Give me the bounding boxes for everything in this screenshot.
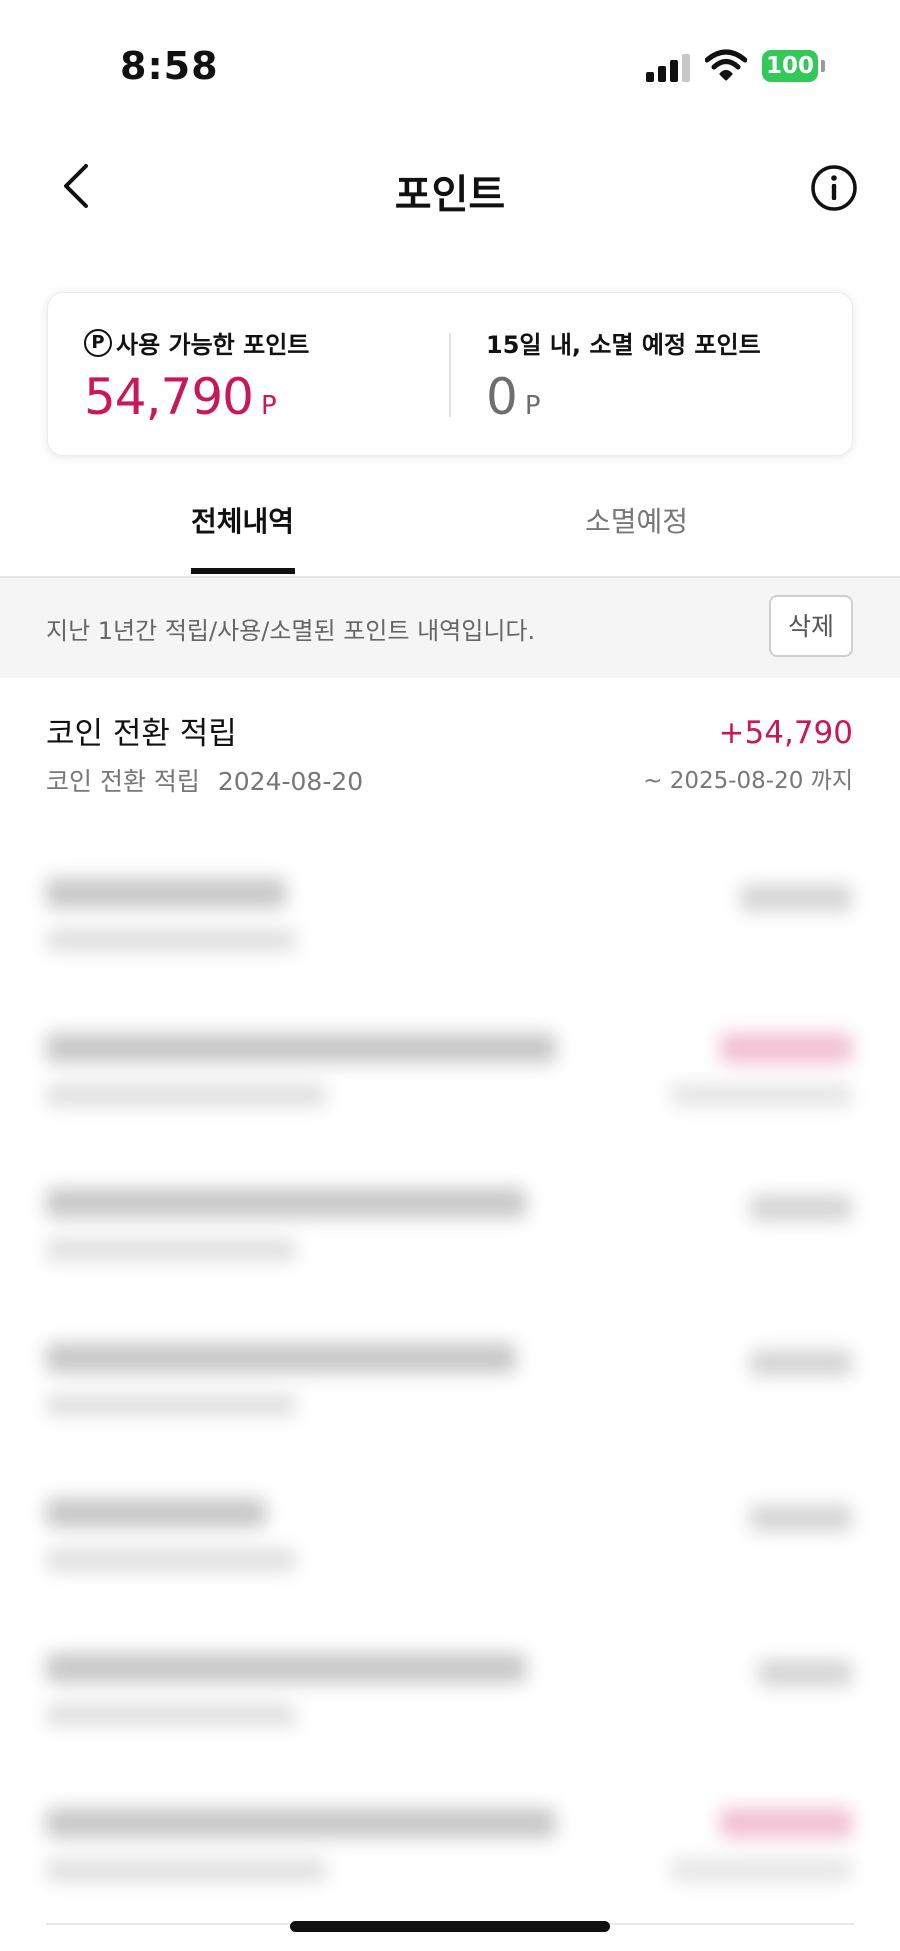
blurred-title <box>46 1808 556 1838</box>
status-bar: 8:58 100 <box>0 0 900 110</box>
page-title: 포인트 <box>394 172 506 218</box>
available-points-value: 54,790 <box>84 368 254 426</box>
tab-expiring[interactable]: 소멸예정 <box>585 500 688 540</box>
blurred-subtitle <box>46 1084 326 1106</box>
blurred-title <box>46 1653 526 1683</box>
blurred-amount <box>720 1808 852 1838</box>
blurred-amount <box>750 1195 852 1221</box>
active-tab-indicator <box>191 568 295 574</box>
blurred-title <box>46 1188 526 1218</box>
points-history-list: 코인 전환 적립 코인 전환 적립 2024-08-20 +54,790 ~ 2… <box>0 678 900 1918</box>
info-icon[interactable] <box>810 164 858 212</box>
blurred-subtitle <box>46 1704 296 1726</box>
delete-button[interactable]: 삭제 <box>769 595 853 657</box>
wifi-icon <box>705 49 747 81</box>
points-summary-card: P 사용 가능한 포인트 54,790 P 15일 내, 소멸 예정 포인트 0… <box>47 292 853 456</box>
history-item-type: 코인 전환 적립 <box>46 767 200 796</box>
history-item-amount: +54,790 <box>718 715 853 751</box>
blurred-history-item[interactable] <box>0 1298 900 1453</box>
blurred-title <box>46 1343 516 1373</box>
history-item[interactable]: 코인 전환 적립 코인 전환 적립 2024-08-20 +54,790 ~ 2… <box>0 678 900 833</box>
blurred-history-item[interactable] <box>0 1453 900 1608</box>
blurred-subtitle <box>46 1394 296 1416</box>
blurred-subtitle <box>46 1549 296 1571</box>
blurred-amount <box>750 1350 852 1376</box>
notice-text: 지난 1년간 적립/사용/소멸된 포인트 내역입니다. <box>46 617 536 645</box>
home-indicator[interactable] <box>290 1921 610 1932</box>
tab-all-history[interactable]: 전체내역 <box>191 500 294 540</box>
expiring-points: 15일 내, 소멸 예정 포인트 0 P <box>486 325 761 426</box>
history-item-title: 코인 전환 적립 <box>46 716 237 752</box>
blurred-subtitle <box>46 929 296 951</box>
available-points-unit: P <box>260 391 277 421</box>
blurred-amount <box>750 1505 852 1531</box>
blurred-subtitle <box>46 1859 326 1881</box>
blurred-title <box>46 1498 266 1528</box>
available-points: P 사용 가능한 포인트 54,790 P <box>84 325 309 426</box>
blurred-expiry <box>670 1859 852 1881</box>
expiring-points-label: 15일 내, 소멸 예정 포인트 <box>486 331 761 359</box>
page-header: 포인트 <box>0 140 900 240</box>
history-item-expiry: ~ 2025-08-20 까지 <box>643 768 853 794</box>
blurred-history-item[interactable] <box>0 1763 900 1918</box>
cellular-signal-icon <box>646 52 692 82</box>
blurred-title <box>46 1033 556 1063</box>
battery-cap <box>821 60 825 72</box>
history-notice: 지난 1년간 적립/사용/소멸된 포인트 내역입니다. 삭제 <box>0 578 900 678</box>
status-time: 8:58 <box>120 44 219 88</box>
history-tabs: 전체내역 소멸예정 <box>0 478 900 578</box>
blurred-expiry <box>670 1084 852 1106</box>
blurred-history-item[interactable] <box>0 988 900 1143</box>
available-points-label-row: P 사용 가능한 포인트 <box>84 325 309 360</box>
card-divider <box>449 333 451 417</box>
blurred-history-item[interactable] <box>0 833 900 988</box>
history-item-subtitle: 코인 전환 적립 2024-08-20 <box>46 762 363 798</box>
expiring-points-value-row: 0 P <box>486 368 761 426</box>
blurred-history-item[interactable] <box>0 1608 900 1763</box>
blurred-history-item[interactable] <box>0 1143 900 1298</box>
blurred-amount <box>740 885 852 911</box>
blurred-subtitle <box>46 1239 296 1261</box>
blurred-amount <box>758 1660 852 1686</box>
expiring-points-value: 0 <box>486 368 518 426</box>
available-points-value-row: 54,790 P <box>84 368 309 426</box>
battery-icon: 100 <box>762 50 818 82</box>
history-item-date: 2024-08-20 <box>217 767 364 796</box>
blurred-amount <box>720 1033 852 1063</box>
blurred-title <box>46 878 286 908</box>
point-badge-icon: P <box>84 328 112 357</box>
expiring-points-unit: P <box>524 391 541 421</box>
available-points-label: 사용 가능한 포인트 <box>116 331 310 359</box>
